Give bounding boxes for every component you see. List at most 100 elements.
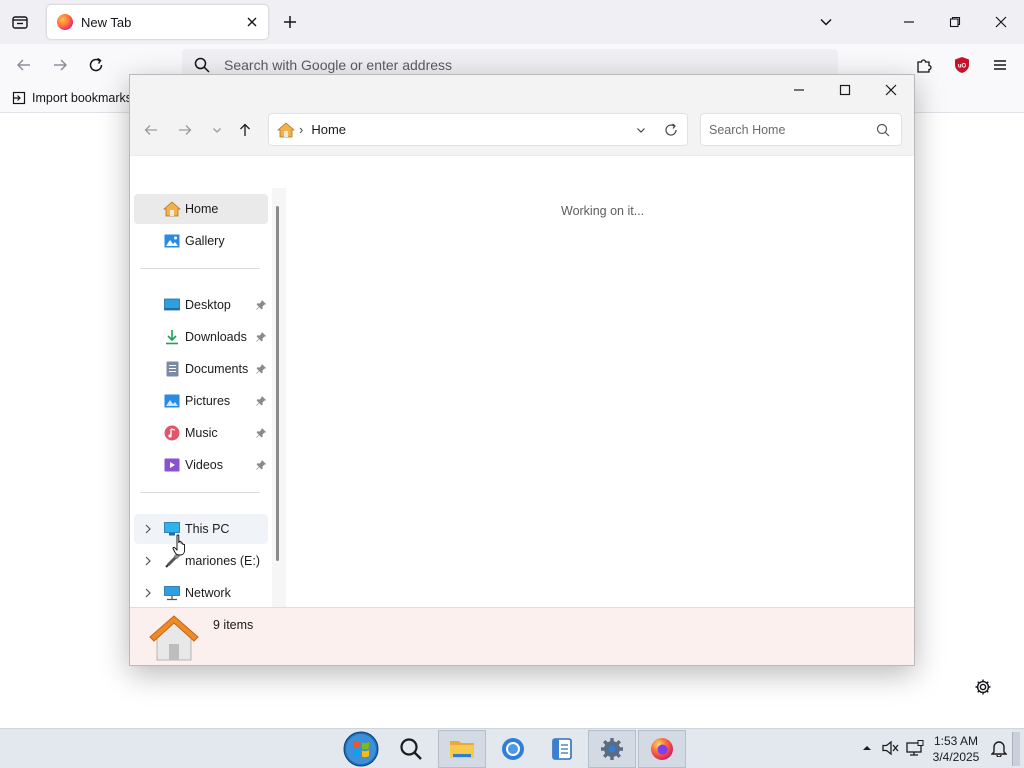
explorer-close-button[interactable]	[868, 75, 914, 105]
hamburger-menu-icon	[994, 60, 1006, 70]
sidebar-item-label: Home	[185, 202, 219, 216]
close-icon	[995, 16, 1007, 28]
browser-minimize-button[interactable]	[886, 0, 932, 44]
explorer-back-button[interactable]	[138, 117, 164, 143]
sidebar-item-downloads[interactable]: Downloads	[134, 322, 268, 352]
pin-icon	[255, 299, 267, 311]
explorer-body: Home Gallery Desktop Downloads Documents	[130, 155, 914, 608]
sidebar-item-this-pc[interactable]: This PC	[134, 514, 268, 544]
arrow-right-icon	[54, 59, 68, 71]
taskbar-file-explorer[interactable]	[438, 730, 486, 768]
taskbar-search-button[interactable]	[387, 730, 435, 768]
address-history-button[interactable]	[633, 122, 649, 138]
explorer-nav-bar: › Home	[130, 105, 914, 155]
sidebar-item-label: Network	[185, 586, 231, 600]
explorer-refresh-button[interactable]	[663, 122, 679, 138]
address-bar[interactable]: › Home	[268, 113, 688, 146]
network-icon	[163, 584, 181, 602]
sidebar-item-desktop[interactable]: Desktop	[134, 290, 268, 320]
settings-icon	[601, 738, 623, 760]
ublock-origin-button[interactable]: uO	[950, 53, 974, 77]
sidebar-item-label: Downloads	[185, 330, 247, 344]
chevron-right-icon[interactable]	[142, 555, 154, 567]
details-pane: 9 items	[130, 607, 914, 665]
minimize-icon	[794, 89, 804, 91]
document-icon	[163, 360, 181, 378]
puzzle-icon	[917, 59, 932, 73]
recent-locations-button[interactable]	[204, 117, 230, 143]
sidebar-item-pictures[interactable]: Pictures	[134, 386, 268, 416]
tab-close-button[interactable]	[240, 10, 264, 34]
gear-icon	[975, 679, 991, 695]
desktop-icon	[163, 296, 181, 314]
start-button[interactable]	[337, 730, 385, 768]
explorer-minimize-button[interactable]	[776, 75, 822, 105]
new-tab-settings-button[interactable]	[972, 676, 994, 698]
svg-text:uO: uO	[958, 64, 967, 70]
sidebar-item-label: This PC	[185, 522, 230, 536]
import-icon	[12, 91, 26, 105]
extensions-button[interactable]	[912, 53, 936, 77]
browser-close-button[interactable]	[978, 0, 1024, 44]
home-icon	[277, 121, 295, 137]
chevron-right-icon[interactable]	[142, 523, 154, 535]
notepad-icon	[552, 738, 572, 760]
clock-time: 1:53 AM	[933, 734, 979, 748]
sidebar-item-network[interactable]: Network	[134, 578, 268, 608]
download-icon	[163, 328, 181, 346]
firefox-icon	[651, 738, 673, 760]
chevron-down-icon	[637, 128, 645, 133]
import-bookmarks-button[interactable]: Import bookmarks	[12, 91, 132, 105]
minimize-icon	[904, 21, 914, 23]
sidebar-item-home[interactable]: Home	[134, 194, 268, 224]
sidebar-item-videos[interactable]: Videos	[134, 450, 268, 480]
show-hidden-icons-button[interactable]	[858, 739, 876, 757]
home-icon	[163, 200, 181, 218]
navigation-pane-scrollbar[interactable]	[276, 206, 279, 561]
notifications-button[interactable]	[990, 739, 1008, 757]
pin-icon	[255, 331, 267, 343]
music-icon	[163, 424, 181, 442]
taskbar-firefox[interactable]	[638, 730, 686, 768]
sidebar-item-gallery[interactable]: Gallery	[134, 226, 268, 256]
close-icon	[247, 17, 257, 27]
new-tab-button[interactable]	[278, 10, 302, 34]
sidebar-item-usb-drive[interactable]: mariones (E:)	[134, 546, 268, 576]
taskbar-notepad[interactable]	[538, 730, 586, 768]
up-button[interactable]	[232, 117, 258, 143]
explorer-search-input[interactable]	[709, 122, 869, 137]
list-all-tabs-button[interactable]	[8, 10, 32, 34]
item-count: 9 items	[213, 618, 254, 632]
browser-restore-button[interactable]	[932, 0, 978, 44]
taskbar-chrome[interactable]	[489, 730, 537, 768]
taskbar-clock[interactable]: 1:53 AM 3/4/2025	[928, 733, 984, 765]
back-button[interactable]	[12, 53, 36, 77]
browser-tab-bar: New Tab	[0, 0, 1024, 44]
file-explorer-icon	[450, 741, 474, 758]
tray-network-button[interactable]	[906, 739, 924, 757]
bell-icon	[991, 741, 1007, 757]
explorer-title-bar[interactable]	[130, 75, 914, 105]
tab-new-tab[interactable]: New Tab	[47, 5, 268, 39]
reload-button[interactable]	[84, 53, 108, 77]
chevron-right-icon[interactable]	[142, 587, 154, 599]
explorer-maximize-button[interactable]	[822, 75, 868, 105]
app-menu-button[interactable]	[988, 53, 1012, 77]
sidebar-item-label: mariones (E:)	[185, 554, 261, 568]
breadcrumb-home[interactable]: Home	[311, 122, 346, 137]
explorer-forward-button[interactable]	[172, 117, 198, 143]
forward-button[interactable]	[48, 53, 72, 77]
taskbar-settings[interactable]	[588, 730, 636, 768]
explorer-content-pane[interactable]: Working on it...	[286, 156, 914, 608]
explorer-search-box[interactable]	[700, 113, 902, 146]
arrow-left-icon	[16, 59, 30, 71]
sidebar-item-music[interactable]: Music	[134, 418, 268, 448]
pin-icon	[255, 427, 267, 439]
file-explorer-window: › Home Home Ga	[129, 74, 915, 666]
show-desktop-button[interactable]	[1012, 732, 1020, 766]
hand-cursor-icon	[172, 534, 186, 556]
tray-volume-button[interactable]	[882, 739, 900, 757]
breadcrumb-separator-icon: ›	[299, 122, 304, 137]
sidebar-item-documents[interactable]: Documents	[134, 354, 268, 384]
all-tabs-dropdown-button[interactable]	[814, 10, 838, 34]
